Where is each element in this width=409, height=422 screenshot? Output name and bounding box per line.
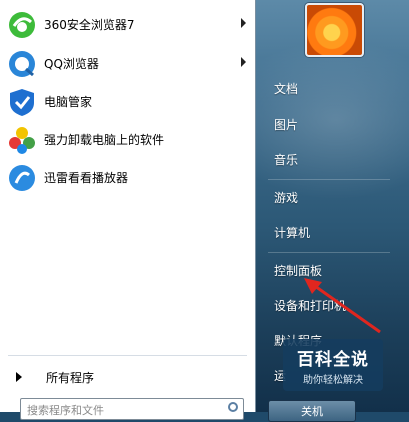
shutdown-label: 关机: [301, 405, 323, 418]
right-item-music[interactable]: 音乐: [268, 144, 398, 174]
triangle-right-icon: [16, 372, 22, 382]
search-icon[interactable]: [228, 402, 238, 412]
uninstaller-icon: [6, 124, 38, 156]
pinned-item-pc-manager[interactable]: 电脑管家: [6, 83, 252, 120]
pinned-item-xunlei-player[interactable]: 迅雷看看播放器: [6, 159, 252, 196]
watermark-subtitle: 助你轻松解决: [303, 374, 363, 386]
pinned-item-label: QQ浏览器: [44, 57, 99, 71]
right-item-label: 图片: [274, 117, 299, 132]
all-programs-label: 所有程序: [46, 370, 95, 385]
watermark: 百科全说 助你轻松解决: [283, 339, 383, 391]
pinned-item-label: 迅雷看看播放器: [44, 171, 129, 185]
pinned-item-label: 360安全浏览器7: [44, 18, 135, 32]
right-item-label: 计算机: [274, 225, 311, 240]
search-placeholder: 搜索程序和文件: [27, 404, 104, 417]
submenu-arrow-icon[interactable]: [241, 57, 246, 67]
submenu-arrow-icon[interactable]: [241, 18, 246, 28]
pc-manager-icon: [6, 86, 38, 118]
search-input[interactable]: 搜索程序和文件: [20, 398, 244, 420]
qq-browser-icon: [6, 48, 38, 80]
divider: [268, 179, 390, 180]
pinned-item-uninstaller[interactable]: 强力卸载电脑上的软件: [6, 121, 252, 158]
start-menu-left-panel: 360安全浏览器7 QQ浏览器 电脑管家 强力卸载电脑上的软件 迅雷看看播放器 …: [0, 0, 256, 420]
right-item-label: 文档: [274, 81, 299, 96]
all-programs-button[interactable]: 所有程序: [6, 364, 252, 390]
pinned-item-360-browser[interactable]: 360安全浏览器7: [6, 6, 252, 43]
right-item-label: 音乐: [274, 152, 299, 167]
pinned-item-label: 电脑管家: [44, 95, 93, 109]
user-avatar[interactable]: [305, 3, 364, 57]
right-item-computer[interactable]: 计算机: [268, 217, 398, 247]
right-item-pictures[interactable]: 图片: [268, 109, 398, 139]
watermark-title: 百科全说: [297, 349, 369, 370]
shutdown-button[interactable]: 关机: [268, 400, 356, 422]
360-browser-icon: [6, 9, 38, 41]
xunlei-player-icon: [6, 162, 38, 194]
pinned-item-label: 强力卸载电脑上的软件: [44, 133, 165, 147]
divider: [8, 355, 247, 356]
annotation-arrow-icon: [304, 278, 381, 334]
pinned-item-qq-browser[interactable]: QQ浏览器: [6, 45, 252, 82]
right-item-label: 游戏: [274, 190, 299, 205]
right-item-documents[interactable]: 文档: [268, 73, 398, 103]
divider: [268, 252, 390, 253]
right-item-games[interactable]: 游戏: [268, 182, 398, 212]
